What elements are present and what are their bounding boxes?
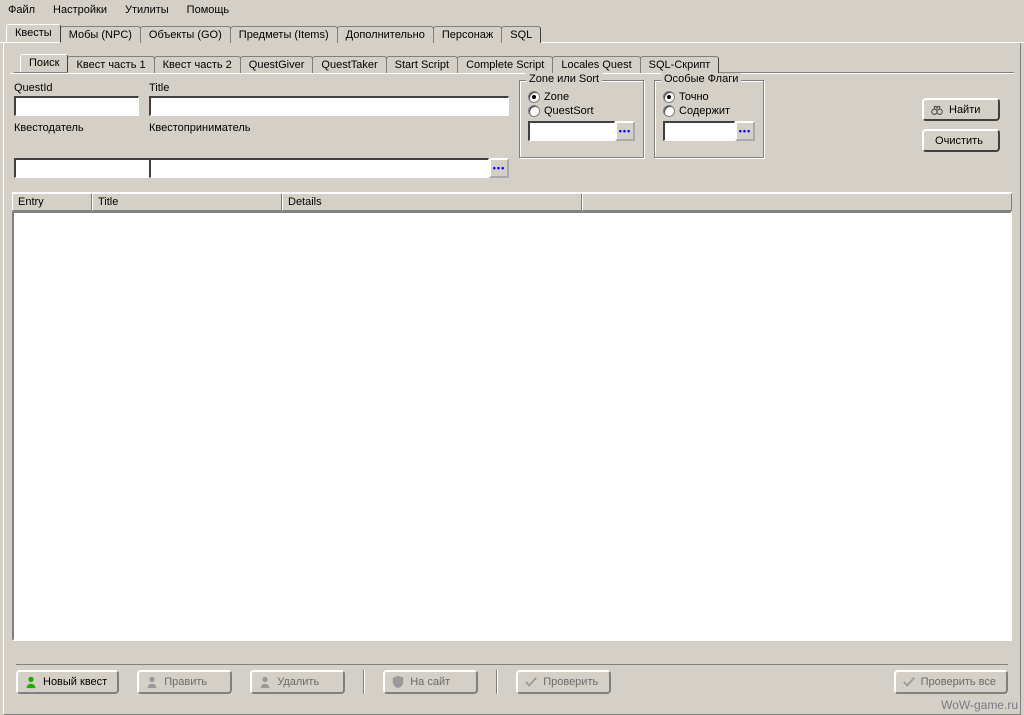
group-flags-legend: Особые Флаги [661, 73, 741, 85]
ellipsis-icon: ••• [493, 163, 505, 173]
find-button-label: Найти [949, 104, 980, 116]
subtab-taker[interactable]: QuestTaker [312, 56, 386, 73]
label-questtaker: Квестоприниматель [149, 120, 509, 136]
check-button[interactable]: Проверить [516, 670, 611, 694]
tab-additional[interactable]: Дополнительно [337, 26, 434, 43]
ellipsis-icon: ••• [619, 126, 631, 136]
flags-picker-button[interactable]: ••• [735, 121, 755, 141]
radio-dot-icon [663, 105, 675, 117]
check-icon [524, 675, 538, 689]
check-label: Проверить [543, 676, 598, 688]
col-title[interactable]: Title [92, 193, 282, 211]
search-form: QuestId Квестодатель Title Квестопринима… [10, 78, 1014, 186]
check-all-label: Проверить все [921, 676, 996, 688]
input-questid[interactable] [14, 96, 139, 116]
label-questid: QuestId [14, 80, 139, 96]
flags-picker-input[interactable] [663, 121, 735, 141]
questtaker-input[interactable] [149, 158, 489, 178]
subtab-part2[interactable]: Квест часть 2 [154, 56, 241, 73]
grid-header: Entry Title Details [12, 192, 1012, 211]
menu-bar: Файл Настройки Утилиты Помощь [0, 0, 1024, 20]
zone-picker-input[interactable] [528, 121, 615, 141]
radio-exact-label: Точно [679, 91, 709, 103]
tab-objects[interactable]: Объекты (GO) [140, 26, 231, 43]
toolbar-divider [496, 670, 498, 694]
zone-picker-button[interactable]: ••• [615, 121, 635, 141]
radio-zone-label: Zone [544, 91, 569, 103]
check-icon [902, 675, 916, 689]
label-title: Title [149, 80, 509, 96]
tab-character[interactable]: Персонаж [433, 26, 502, 43]
person-gray-icon [145, 675, 159, 689]
person-gray-icon [258, 675, 272, 689]
main-tabstrip: Квесты Мобы (NPC) Объекты (GO) Предметы … [0, 22, 1024, 43]
main-page: Поиск Квест часть 1 Квест часть 2 QuestG… [3, 43, 1021, 715]
delete-label: Удалить [277, 676, 319, 688]
menu-help[interactable]: Помощь [183, 3, 234, 20]
watermark: WoW-game.ru [941, 698, 1018, 712]
new-quest-button[interactable]: Новый квест [16, 670, 119, 694]
shield-icon [391, 675, 405, 689]
label-questgiver: Квестодатель [14, 120, 139, 136]
edit-button[interactable]: Править [137, 670, 232, 694]
tab-mobs[interactable]: Мобы (NPC) [60, 26, 141, 43]
radio-dot-icon [663, 91, 675, 103]
binoculars-icon [930, 103, 944, 117]
radio-dot-icon [528, 91, 540, 103]
menu-utils[interactable]: Утилиты [121, 3, 173, 20]
col-entry[interactable]: Entry [12, 193, 92, 211]
clear-button-label: Очистить [935, 135, 983, 147]
radio-zone[interactable]: Zone [528, 91, 635, 103]
grid-body[interactable] [12, 211, 1012, 641]
menu-file[interactable]: Файл [4, 3, 39, 20]
person-green-icon [24, 675, 38, 689]
subtab-part1[interactable]: Квест часть 1 [67, 56, 154, 73]
delete-button[interactable]: Удалить [250, 670, 345, 694]
radio-dot-icon [528, 105, 540, 117]
tab-quests[interactable]: Квесты [6, 24, 61, 42]
radio-contains[interactable]: Содержит [663, 105, 755, 117]
toolbar-divider [363, 670, 365, 694]
to-site-label: На сайт [410, 676, 450, 688]
col-details[interactable]: Details [282, 193, 582, 211]
input-title[interactable] [149, 96, 509, 116]
sub-tabstrip: Поиск Квест часть 1 Квест часть 2 QuestG… [14, 53, 1014, 73]
subtab-giver[interactable]: QuestGiver [240, 56, 314, 73]
radio-exact[interactable]: Точно [663, 91, 755, 103]
questtaker-picker-button[interactable]: ••• [489, 158, 509, 178]
check-all-button[interactable]: Проверить все [894, 670, 1008, 694]
group-zone-legend: Zone или Sort [526, 73, 602, 85]
col-spacer [582, 193, 1012, 211]
find-button[interactable]: Найти [922, 98, 1000, 121]
clear-button[interactable]: Очистить [922, 129, 1000, 152]
tab-sql[interactable]: SQL [501, 26, 541, 43]
tab-items[interactable]: Предметы (Items) [230, 26, 338, 43]
radio-questsort[interactable]: QuestSort [528, 105, 635, 117]
questgiver-input[interactable] [14, 158, 165, 178]
radio-questsort-label: QuestSort [544, 105, 594, 117]
subtab-locales[interactable]: Locales Quest [552, 56, 640, 73]
menu-settings[interactable]: Настройки [49, 3, 111, 20]
bottom-toolbar: Новый квест Править Удалить На сайт [16, 664, 1008, 694]
new-quest-label: Новый квест [43, 676, 107, 688]
subtab-sql[interactable]: SQL-Скрипт [640, 56, 720, 73]
subtab-start[interactable]: Start Script [386, 56, 458, 73]
sub-page: QuestId Квестодатель Title Квестопринима… [10, 73, 1014, 698]
subtab-search[interactable]: Поиск [20, 54, 68, 72]
ellipsis-icon: ••• [739, 126, 751, 136]
to-site-button[interactable]: На сайт [383, 670, 478, 694]
edit-label: Править [164, 676, 207, 688]
radio-contains-label: Содержит [679, 105, 730, 117]
subtab-complete[interactable]: Complete Script [457, 56, 553, 73]
